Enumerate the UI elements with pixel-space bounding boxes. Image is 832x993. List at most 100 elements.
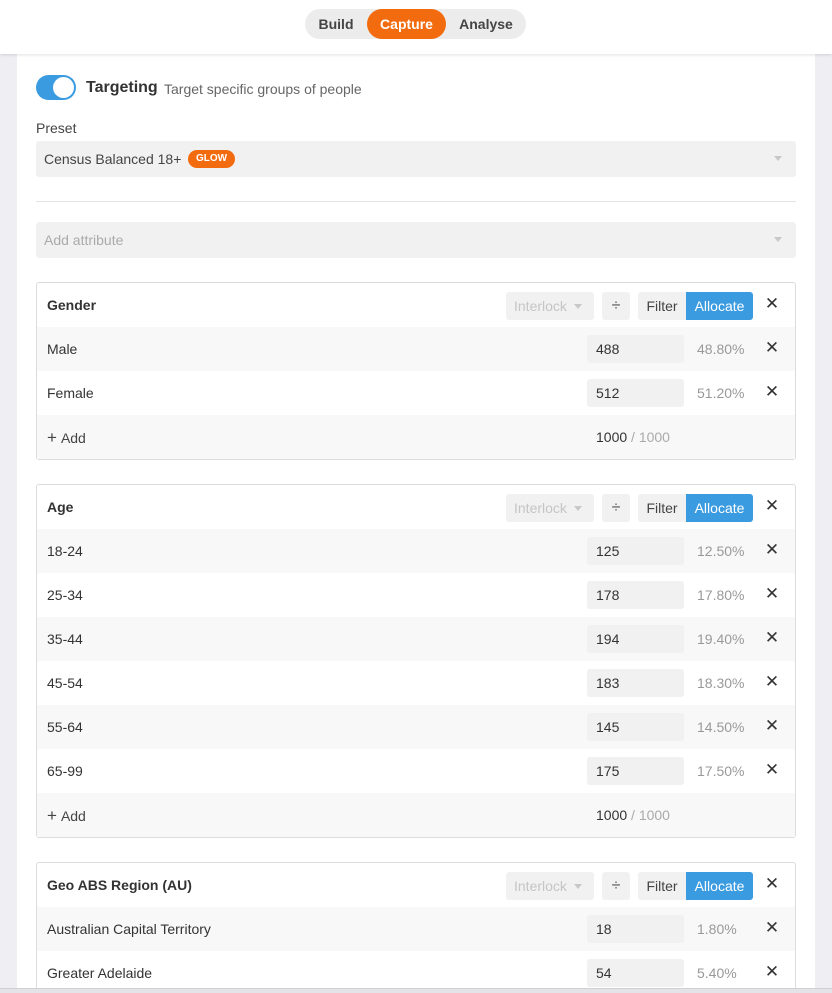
- quota-input[interactable]: [587, 713, 684, 741]
- table-row: 18-24 12.50% ✕: [37, 529, 795, 573]
- remove-row-close-icon[interactable]: ✕: [764, 629, 780, 646]
- quota-input[interactable]: [587, 959, 684, 987]
- attribute-card-gender: Gender Interlock ÷ Filter Allocate ✕ Mal…: [36, 282, 796, 460]
- divide-evenly-button[interactable]: ÷: [602, 292, 630, 320]
- allocate-button[interactable]: Allocate: [686, 872, 753, 900]
- tab-analyse[interactable]: Analyse: [446, 9, 526, 39]
- top-bar: Build Capture Analyse: [0, 0, 832, 54]
- table-row: Male 48.80% ✕: [37, 327, 795, 371]
- row-percentage: 1.80%: [697, 921, 737, 937]
- interlock-label: Interlock: [514, 298, 567, 314]
- divide-evenly-button[interactable]: ÷: [602, 872, 630, 900]
- quota-input[interactable]: [587, 669, 684, 697]
- quota-input[interactable]: [587, 625, 684, 653]
- total-count: 1000 / 1000: [596, 807, 670, 823]
- table-row: Australian Capital Territory 1.80% ✕: [37, 907, 795, 951]
- window-bottom-edge: [0, 988, 832, 993]
- row-percentage: 48.80%: [697, 341, 745, 357]
- remove-row-close-icon[interactable]: ✕: [764, 541, 780, 558]
- row-percentage: 19.40%: [697, 631, 745, 647]
- card-header: Geo ABS Region (AU) Interlock ÷ Filter A…: [37, 863, 795, 907]
- add-attribute-placeholder: Add attribute: [44, 232, 124, 248]
- table-row: 45-54 18.30% ✕: [37, 661, 795, 705]
- interlock-label: Interlock: [514, 500, 567, 516]
- quota-input[interactable]: [587, 379, 684, 407]
- filter-button[interactable]: Filter: [638, 494, 686, 522]
- filter-button[interactable]: Filter: [638, 872, 686, 900]
- card-title: Gender: [47, 297, 97, 313]
- quota-input[interactable]: [587, 915, 684, 943]
- row-label: Female: [47, 385, 94, 401]
- tab-build[interactable]: Build: [305, 9, 367, 39]
- remove-row-close-icon[interactable]: ✕: [764, 761, 780, 778]
- remove-attribute-close-icon[interactable]: ✕: [764, 875, 780, 892]
- interlock-label: Interlock: [514, 878, 567, 894]
- allocate-button[interactable]: Allocate: [686, 494, 753, 522]
- divider: [36, 201, 796, 202]
- targeting-toggle[interactable]: [36, 75, 76, 100]
- add-option-button[interactable]: + Add: [47, 806, 86, 826]
- row-percentage: 17.80%: [697, 587, 745, 603]
- quota-input[interactable]: [587, 537, 684, 565]
- remove-row-close-icon[interactable]: ✕: [764, 383, 780, 400]
- remove-row-close-icon[interactable]: ✕: [764, 585, 780, 602]
- row-percentage: 51.20%: [697, 385, 745, 401]
- card-title: Geo ABS Region (AU): [47, 877, 192, 893]
- remove-attribute-close-icon[interactable]: ✕: [764, 497, 780, 514]
- plus-icon: +: [47, 428, 57, 447]
- row-percentage: 18.30%: [697, 675, 745, 691]
- targeting-subtitle: Target specific groups of people: [164, 81, 362, 97]
- add-row: + Add 1000 / 1000: [37, 793, 795, 837]
- remove-row-close-icon[interactable]: ✕: [764, 963, 780, 980]
- allocate-button[interactable]: Allocate: [686, 292, 753, 320]
- toggle-knob: [53, 77, 74, 98]
- row-percentage: 14.50%: [697, 719, 745, 735]
- chevron-down-icon: [574, 506, 582, 511]
- chevron-down-icon: [774, 237, 782, 242]
- attribute-card-geo-region: Geo ABS Region (AU) Interlock ÷ Filter A…: [36, 862, 796, 993]
- preset-value: Census Balanced 18+: [44, 151, 182, 167]
- row-label: Male: [47, 341, 78, 357]
- table-row: 25-34 17.80% ✕: [37, 573, 795, 617]
- card-title: Age: [47, 499, 74, 515]
- remove-attribute-close-icon[interactable]: ✕: [764, 295, 780, 312]
- filter-button[interactable]: Filter: [638, 292, 686, 320]
- quota-input[interactable]: [587, 581, 684, 609]
- add-option-button[interactable]: + Add: [47, 428, 86, 448]
- remove-row-close-icon[interactable]: ✕: [764, 673, 780, 690]
- row-label: 45-54: [47, 675, 83, 691]
- row-label: Australian Capital Territory: [47, 921, 211, 937]
- interlock-select[interactable]: Interlock: [506, 494, 594, 522]
- tab-capture[interactable]: Capture: [367, 9, 446, 39]
- total-count: 1000 / 1000: [596, 429, 670, 445]
- preset-select[interactable]: Census Balanced 18+ GLOW: [36, 141, 796, 177]
- quota-input[interactable]: [587, 757, 684, 785]
- table-row: 55-64 14.50% ✕: [37, 705, 795, 749]
- table-row: 35-44 19.40% ✕: [37, 617, 795, 661]
- row-label: 65-99: [47, 763, 83, 779]
- row-percentage: 12.50%: [697, 543, 745, 559]
- table-row: Greater Adelaide 5.40% ✕: [37, 951, 795, 993]
- total-max: / 1000: [631, 429, 670, 445]
- row-label: 55-64: [47, 719, 83, 735]
- plus-icon: +: [47, 806, 57, 825]
- chevron-down-icon: [774, 156, 782, 161]
- remove-row-close-icon[interactable]: ✕: [764, 919, 780, 936]
- table-row: Female 51.20% ✕: [37, 371, 795, 415]
- mode-switcher: Build Capture Analyse: [305, 9, 526, 39]
- row-label: 18-24: [47, 543, 83, 559]
- add-label: Add: [60, 430, 86, 446]
- card-header: Gender Interlock ÷ Filter Allocate ✕: [37, 283, 795, 327]
- card-header: Age Interlock ÷ Filter Allocate ✕: [37, 485, 795, 529]
- add-attribute-select[interactable]: Add attribute: [36, 222, 796, 258]
- remove-row-close-icon[interactable]: ✕: [764, 339, 780, 356]
- targeting-panel: Targeting Target specific groups of peop…: [17, 54, 815, 993]
- interlock-select[interactable]: Interlock: [506, 292, 594, 320]
- row-label: Greater Adelaide: [47, 965, 153, 981]
- interlock-select[interactable]: Interlock: [506, 872, 594, 900]
- chevron-down-icon: [574, 304, 582, 309]
- remove-row-close-icon[interactable]: ✕: [764, 717, 780, 734]
- quota-input[interactable]: [587, 335, 684, 363]
- divide-evenly-button[interactable]: ÷: [602, 494, 630, 522]
- table-row: 65-99 17.50% ✕: [37, 749, 795, 793]
